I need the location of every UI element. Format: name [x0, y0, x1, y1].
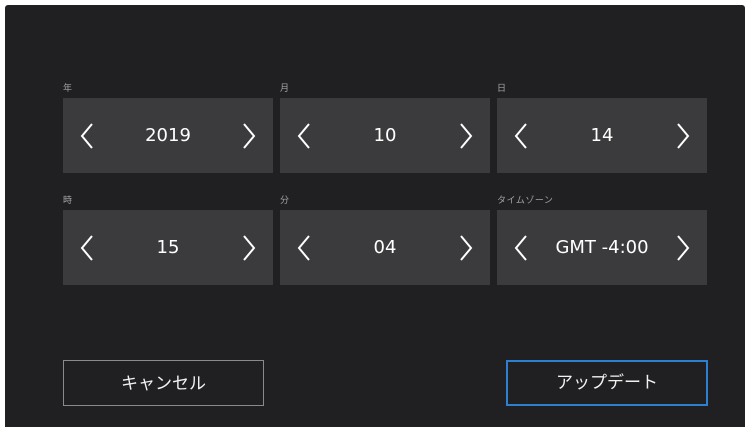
day-value: 14: [590, 125, 614, 146]
hour-increment-button[interactable]: [225, 210, 273, 285]
chevron-left-icon: [80, 123, 93, 149]
cancel-button[interactable]: キャンセル: [63, 360, 264, 406]
year-value: 2019: [145, 125, 191, 146]
chevron-left-icon: [514, 123, 527, 149]
hour-value: 15: [156, 237, 180, 258]
date-time-dialog: 年 2019 月 10 日 14 時 15 分 04 タイムゾーン GMT -4…: [5, 5, 745, 427]
day-increment-button[interactable]: [659, 98, 707, 173]
minute-increment-button[interactable]: [442, 210, 490, 285]
month-decrement-button[interactable]: [280, 98, 328, 173]
minute-value: 04: [373, 237, 397, 258]
day-decrement-button[interactable]: [497, 98, 545, 173]
timezone-stepper: GMT -4:00: [497, 210, 707, 285]
chevron-right-icon: [460, 123, 473, 149]
hour-label: 時: [63, 196, 73, 206]
year-increment-button[interactable]: [225, 98, 273, 173]
chevron-right-icon: [677, 123, 690, 149]
month-increment-button[interactable]: [442, 98, 490, 173]
day-label: 日: [497, 84, 507, 94]
hour-stepper: 15: [63, 210, 273, 285]
chevron-left-icon: [80, 235, 93, 261]
year-label: 年: [63, 84, 73, 94]
month-label: 月: [280, 84, 290, 94]
minute-stepper: 04: [280, 210, 490, 285]
chevron-right-icon: [677, 235, 690, 261]
hour-decrement-button[interactable]: [63, 210, 111, 285]
chevron-left-icon: [297, 235, 310, 261]
year-decrement-button[interactable]: [63, 98, 111, 173]
timezone-label: タイムゾーン: [497, 196, 554, 206]
month-value: 10: [373, 125, 397, 146]
minute-decrement-button[interactable]: [280, 210, 328, 285]
update-button[interactable]: アップデート: [506, 360, 708, 406]
chevron-left-icon: [297, 123, 310, 149]
timezone-increment-button[interactable]: [659, 210, 707, 285]
chevron-right-icon: [243, 235, 256, 261]
chevron-right-icon: [460, 235, 473, 261]
month-stepper: 10: [280, 98, 490, 173]
chevron-left-icon: [514, 235, 527, 261]
year-stepper: 2019: [63, 98, 273, 173]
chevron-right-icon: [243, 123, 256, 149]
timezone-decrement-button[interactable]: [497, 210, 545, 285]
minute-label: 分: [280, 196, 290, 206]
day-stepper: 14: [497, 98, 707, 173]
timezone-value: GMT -4:00: [555, 237, 649, 258]
